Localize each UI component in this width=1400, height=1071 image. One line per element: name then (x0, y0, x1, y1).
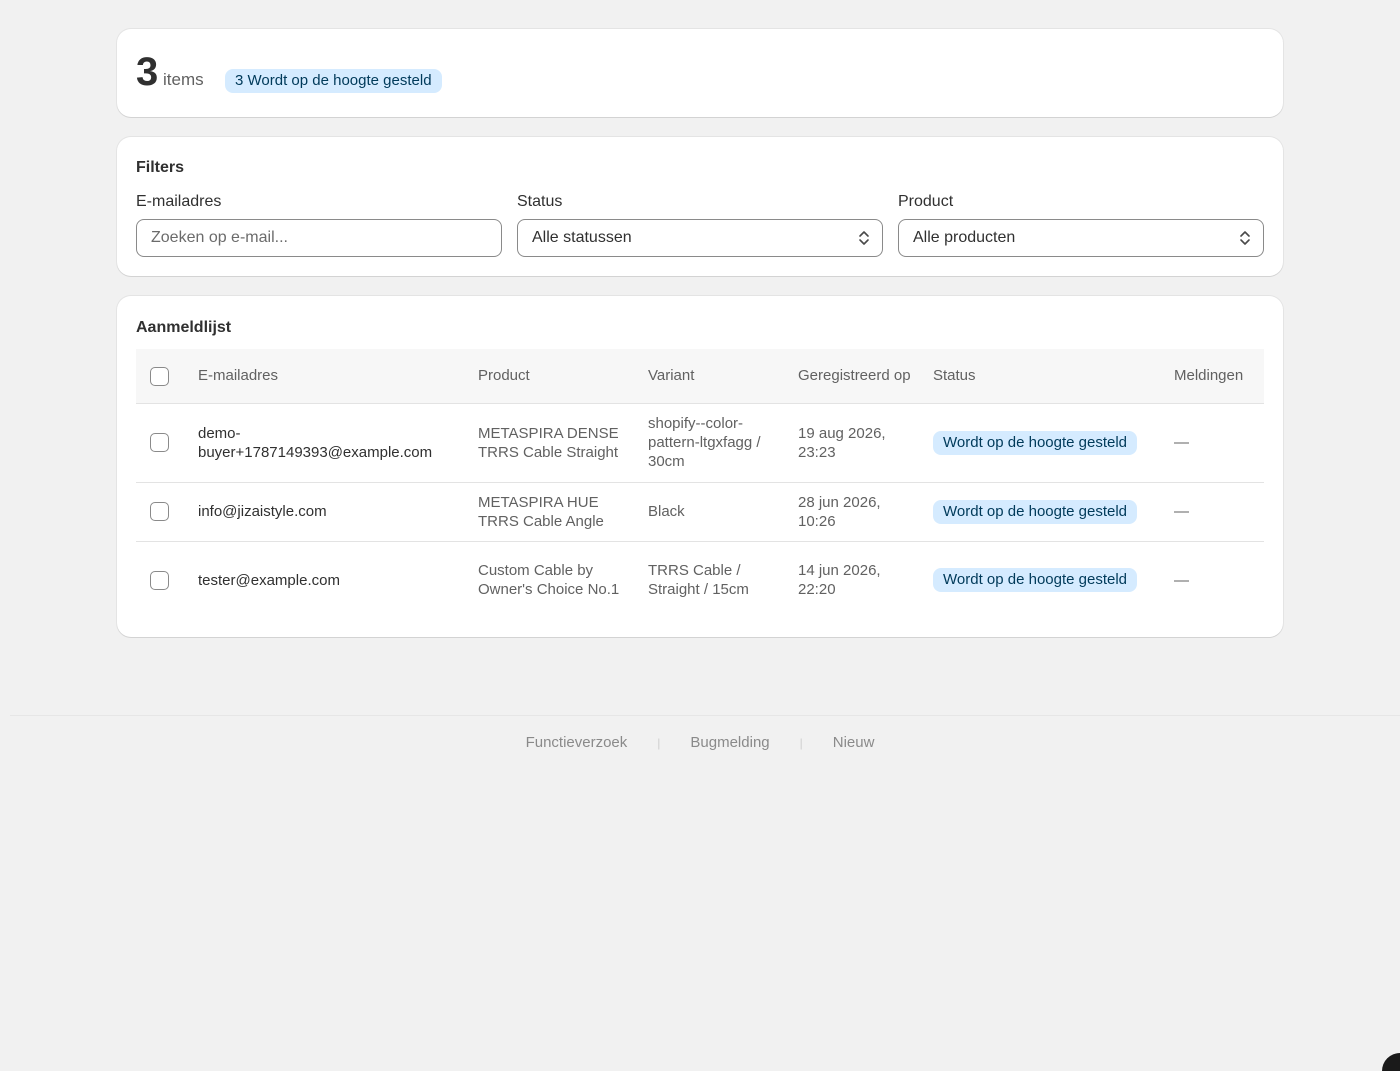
table-header-row: E-mailadres Product Variant Geregistreer… (136, 349, 1264, 403)
column-header-variant: Variant (648, 367, 695, 385)
item-count-label: items (163, 70, 204, 89)
table-row[interactable]: demo-buyer+1787149393@example.com METASP… (136, 403, 1264, 482)
table-row[interactable]: info@jizaistyle.com METASPIRA HUE TRRS C… (136, 482, 1264, 541)
product-select[interactable]: Alle producten (898, 219, 1264, 257)
row-product: Custom Cable by Owner's Choice No.1 (478, 562, 620, 599)
select-all-checkbox[interactable] (150, 366, 169, 386)
row-email: demo-buyer+1787149393@example.com (198, 424, 433, 461)
status-badge: Wordt op de hoogte gesteld (933, 430, 1138, 455)
window-corner (1382, 1053, 1400, 1071)
row-product: METASPIRA HUE TRRS Cable Angle (478, 493, 604, 530)
row-email: tester@example.com (198, 571, 340, 589)
whats-new-link[interactable]: Nieuw (833, 734, 875, 751)
filters-title: Filters (136, 159, 185, 176)
footer-divider (10, 715, 1400, 716)
status-badge: Wordt op de hoogte gesteld (933, 568, 1138, 593)
status-filter: Status Alle statussen (517, 193, 883, 257)
filters-card: Filters E-mailadres Zoeken op e-mail... … (117, 137, 1283, 276)
row-variant: TRRS Cable / Straight / 15cm (648, 562, 749, 599)
product-select-value: Alle producten (913, 229, 1016, 246)
signup-list-title: Aanmeldlijst (136, 319, 232, 336)
signup-table: E-mailadres Product Variant Geregistreer… (136, 349, 1264, 619)
status-filter-label: Status (517, 193, 563, 210)
notify-count-badge: 3 Wordt op de hoogte gesteld (225, 69, 442, 93)
email-filter-label: E-mailadres (136, 193, 222, 210)
row-product: METASPIRA DENSE TRRS Cable Straight (478, 424, 619, 461)
summary-card: 3 items 3 Wordt op de hoogte gesteld (117, 29, 1283, 117)
column-header-status: Status (933, 367, 976, 385)
column-header-email: E-mailadres (198, 367, 279, 385)
column-header-notifications: Meldingen (1174, 367, 1244, 385)
row-email: info@jizaistyle.com (198, 503, 327, 520)
footer-separator: | (799, 735, 803, 750)
select-chevron-icon (859, 231, 869, 245)
row-notifications: — (1174, 434, 1189, 451)
row-variant: Black (648, 503, 685, 520)
row-checkbox[interactable] (150, 571, 169, 591)
row-registered: 14 jun 2026, 22:20 (798, 562, 881, 599)
email-filter: E-mailadres Zoeken op e-mail... (136, 193, 502, 257)
footer-separator: | (657, 735, 661, 750)
row-notifications: — (1174, 571, 1189, 589)
row-checkbox[interactable] (150, 433, 169, 453)
feature-request-link[interactable]: Functieverzoek (526, 734, 628, 751)
row-registered: 19 aug 2026, 23:23 (798, 424, 886, 461)
status-badge: Wordt op de hoogte gesteld (933, 499, 1138, 524)
select-chevron-icon (1240, 231, 1250, 245)
signup-list-card: Aanmeldlijst E-mailadres Product Variant… (117, 296, 1283, 637)
bug-report-link[interactable]: Bugmelding (690, 734, 769, 751)
row-checkbox[interactable] (150, 502, 169, 522)
row-variant: shopify--color-pattern-ltgxfagg / 30cm (648, 415, 761, 470)
table-row[interactable]: tester@example.com Custom Cable by Owner… (136, 541, 1264, 619)
column-header-registered: Geregistreerd op (798, 367, 911, 385)
product-filter: Product Alle producten (898, 193, 1264, 257)
row-notifications: — (1174, 503, 1189, 520)
status-select[interactable]: Alle statussen (517, 219, 883, 257)
email-search-input[interactable]: Zoeken op e-mail... (136, 219, 502, 257)
item-count: 3 (136, 50, 159, 94)
row-registered: 28 jun 2026, 10:26 (798, 493, 881, 530)
product-filter-label: Product (898, 193, 954, 210)
footer: Functieverzoek | Bugmelding | Nieuw (0, 734, 1400, 751)
status-select-value: Alle statussen (532, 229, 632, 246)
column-header-product: Product (478, 367, 530, 385)
